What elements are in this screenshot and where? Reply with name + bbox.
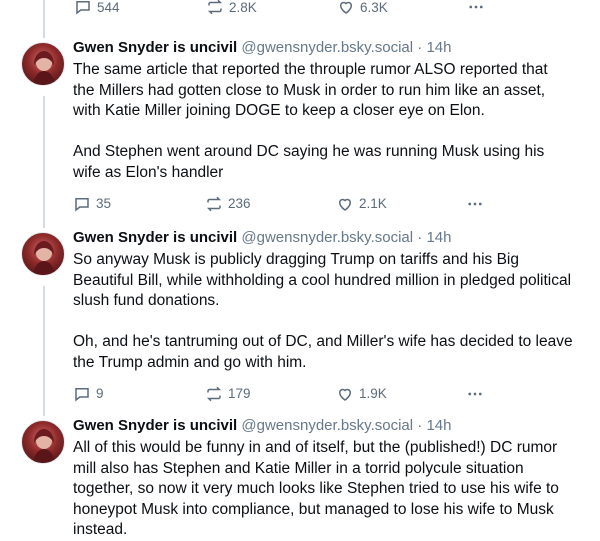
reply-count: 544 bbox=[97, 0, 120, 15]
thread-line bbox=[43, 96, 45, 228]
post-time[interactable]: 14h bbox=[426, 39, 451, 56]
post-actions: 35 236 2.1K bbox=[73, 193, 573, 215]
reply-count: 35 bbox=[96, 196, 112, 212]
more-button[interactable] bbox=[467, 0, 485, 18]
separator: · bbox=[417, 39, 423, 56]
post-paragraph: And Stephen went around DC saying he was… bbox=[73, 143, 549, 181]
more-icon bbox=[468, 202, 482, 205]
author-handle[interactable]: @gwensnyder.bsky.social bbox=[241, 229, 413, 246]
more-button[interactable] bbox=[466, 193, 484, 215]
repost-count: 2.8K bbox=[229, 0, 257, 15]
post-paragraph: The same article that reported the throu… bbox=[73, 61, 553, 120]
heart-icon bbox=[338, 198, 352, 211]
avatar-image bbox=[32, 429, 56, 463]
reply-count: 9 bbox=[96, 386, 104, 402]
repost-count: 236 bbox=[228, 196, 251, 212]
avatar[interactable] bbox=[21, 420, 65, 464]
author-name[interactable]: Gwen Snyder is uncivil bbox=[73, 39, 237, 56]
post-paragraph: So anyway Musk is publicly dragging Trum… bbox=[73, 251, 576, 310]
reply-button[interactable]: 9 bbox=[73, 383, 104, 405]
post-time[interactable]: 14h bbox=[426, 417, 451, 434]
author-name[interactable]: Gwen Snyder is uncivil bbox=[73, 229, 237, 246]
avatar-image bbox=[32, 241, 56, 275]
separator: · bbox=[417, 417, 423, 434]
reply-icon bbox=[75, 197, 89, 212]
repost-icon bbox=[206, 386, 222, 401]
like-count: 2.1K bbox=[359, 196, 387, 212]
reply-icon bbox=[76, 1, 90, 15]
post-paragraph: Oh, and he's tantruming out of DC, and M… bbox=[73, 333, 577, 371]
post-time[interactable]: 14h bbox=[426, 229, 451, 246]
avatar-image bbox=[32, 51, 56, 85]
avatar[interactable] bbox=[21, 42, 65, 86]
post-header: Gwen Snyder is uncivil @gwensnyder.bsky.… bbox=[73, 38, 573, 58]
like-count: 6.3K bbox=[360, 0, 388, 15]
author-handle[interactable]: @gwensnyder.bsky.social bbox=[241, 39, 413, 56]
more-icon bbox=[469, 5, 483, 9]
repost-icon bbox=[206, 196, 222, 211]
more-button[interactable] bbox=[466, 383, 484, 405]
more-icon bbox=[468, 392, 482, 395]
repost-button[interactable]: 2.8K bbox=[206, 0, 257, 18]
repost-button[interactable]: 179 bbox=[205, 383, 251, 405]
like-count: 1.9K bbox=[359, 386, 387, 402]
reply-icon bbox=[75, 387, 89, 402]
previous-post-actions: 544 2.8K 6.3K bbox=[74, 0, 494, 18]
author-handle[interactable]: @gwensnyder.bsky.social bbox=[241, 417, 413, 434]
reply-button[interactable]: 544 bbox=[74, 0, 120, 18]
post-actions: 9 179 1.9K bbox=[73, 383, 573, 405]
repost-count: 179 bbox=[228, 386, 251, 402]
like-button[interactable]: 6.3K bbox=[337, 0, 388, 18]
heart-icon bbox=[339, 1, 353, 14]
thread-line bbox=[43, 286, 45, 416]
thread-line bbox=[43, 0, 45, 38]
like-button[interactable]: 2.1K bbox=[336, 193, 387, 215]
author-name[interactable]: Gwen Snyder is uncivil bbox=[73, 417, 237, 434]
post-text: All of this would be funny in and of its… bbox=[73, 438, 573, 541]
avatar[interactable] bbox=[21, 232, 65, 276]
reply-button[interactable]: 35 bbox=[73, 193, 111, 215]
post-header: Gwen Snyder is uncivil @gwensnyder.bsky.… bbox=[73, 228, 573, 248]
post-text: So anyway Musk is publicly dragging Trum… bbox=[73, 250, 573, 374]
post-paragraph: All of this would be funny in and of its… bbox=[73, 439, 564, 539]
heart-icon bbox=[338, 388, 352, 401]
repost-button[interactable]: 236 bbox=[205, 193, 251, 215]
post-header: Gwen Snyder is uncivil @gwensnyder.bsky.… bbox=[73, 416, 573, 436]
separator: · bbox=[417, 229, 423, 246]
like-button[interactable]: 1.9K bbox=[336, 383, 387, 405]
repost-icon bbox=[207, 0, 223, 15]
post-text: The same article that reported the throu… bbox=[73, 60, 573, 184]
